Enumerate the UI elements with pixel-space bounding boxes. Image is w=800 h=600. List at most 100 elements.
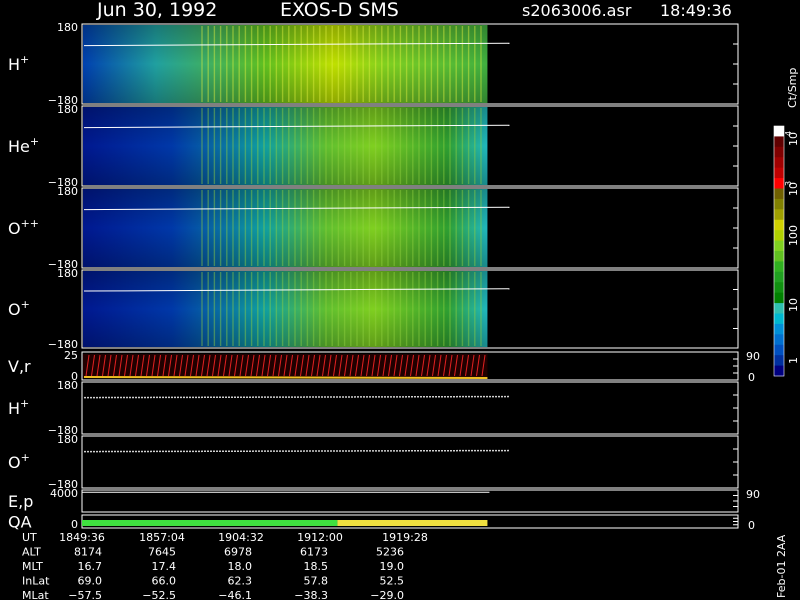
ephemeris-value: 17.4 — [152, 560, 177, 573]
colorbar-swatch — [774, 198, 784, 210]
ephemeris-value: 66.0 — [152, 575, 177, 588]
panel-label-superscript: + — [21, 451, 30, 464]
y-max-label: 180 — [57, 185, 78, 198]
colorbar-tick-label: 3 — [784, 181, 793, 186]
ephemeris-value: 19.0 — [380, 560, 405, 573]
panel-frame — [81, 489, 739, 513]
spectrogram-shade — [83, 25, 488, 103]
y-max-label: 180 — [57, 21, 78, 34]
colorbar-swatch — [774, 323, 784, 335]
panel-h_plus_2: H+180−180 — [8, 379, 739, 437]
ephemeris-value: 1904:32 — [218, 531, 264, 544]
colorbar-swatch — [774, 157, 784, 169]
panel-label-superscript: ++ — [21, 217, 39, 230]
plot-date: Jun 30, 1992 — [96, 0, 217, 21]
angle-trace — [83, 395, 510, 399]
footer-note: Feb-01 2AA — [775, 534, 788, 598]
ephemeris-value: 52.5 — [380, 575, 405, 588]
panel-o_plus_2: O+180−180 — [8, 433, 739, 491]
ephemeris-value: 5236 — [376, 546, 404, 559]
y-right-min-label: 0 — [748, 371, 755, 384]
colorbar-swatch — [774, 209, 784, 221]
spectrogram-shade — [83, 271, 488, 347]
plot-time: 18:49:36 — [660, 1, 732, 20]
panel-h_plus: H+180−180 — [8, 21, 739, 107]
colorbar-swatch — [774, 240, 784, 252]
y-max-label: 25 — [64, 349, 78, 362]
panel-label: H+ — [8, 53, 29, 74]
colorbar-swatch — [774, 167, 784, 179]
panel-o_pp: O++180−180 — [8, 185, 739, 271]
colorbar-swatch — [774, 334, 784, 346]
ephemeris-table: UT 1849:36 1857:04 1904:32 1912:00 1919:28 ALT… — [22, 531, 428, 600]
colorbar: Ct/Smp110100103104 — [773, 68, 800, 377]
panel-label-superscript: + — [30, 135, 39, 148]
panel-label: E,p — [8, 492, 33, 511]
y-max-label: 180 — [57, 379, 78, 392]
y-right-max-label: 90 — [746, 488, 760, 501]
colorbar-tick-label: 100 — [787, 225, 800, 246]
panel-frame — [81, 381, 739, 435]
qa-segment — [82, 520, 338, 526]
ephemeris-value: 16.7 — [78, 560, 103, 573]
exos-d-sms-plot: Jun 30, 1992 EXOS-D SMS s2063006.asr 18:… — [0, 0, 800, 600]
panel-label-superscript: + — [21, 298, 30, 311]
velocity-trace — [83, 376, 488, 379]
ephemeris-value: 1919:28 — [382, 531, 428, 544]
y-max-label: 180 — [57, 267, 78, 280]
colorbar-tick-label: 10 — [787, 298, 800, 312]
spectrogram-shade — [83, 107, 488, 185]
colorbar-tick-label: 4 — [784, 131, 793, 136]
spectrogram-figure: Jun 30, 1992 EXOS-D SMS s2063006.asr 18:… — [8, 0, 800, 600]
colorbar-swatch — [774, 271, 784, 283]
y-right-max-label: 90 — [746, 350, 760, 363]
colorbar-swatch — [774, 355, 784, 367]
colorbar-swatch — [774, 188, 784, 200]
panel-label: QA — [8, 513, 32, 532]
y-max-label: 4000 — [50, 487, 78, 500]
ephemeris-value: 57.8 — [304, 575, 329, 588]
colorbar-swatch — [774, 126, 784, 137]
panel-o_plus: O+180−180 — [8, 267, 739, 351]
ephemeris-value: 18.0 — [228, 560, 253, 573]
panel-label: H+ — [8, 397, 29, 418]
panels: H+180−180He+180−180O++180−180O+180−180V,… — [8, 21, 760, 532]
ephemeris-value: −57.5 — [68, 589, 102, 600]
colorbar-tick-label: 1 — [787, 357, 800, 364]
ephemeris-value: 69.0 — [78, 575, 103, 588]
panel-frame — [81, 435, 739, 489]
panel-label: He+ — [8, 135, 39, 156]
ephemeris-value: 1912:00 — [297, 531, 343, 544]
qa-segment — [337, 520, 488, 526]
colorbar-swatch — [774, 261, 784, 273]
ephemeris-value: −52.5 — [142, 589, 176, 600]
angle-trace — [83, 449, 510, 453]
colorbar-swatch — [774, 303, 784, 314]
ephemeris-value: 1857:04 — [139, 531, 185, 544]
spectrogram-shade — [83, 189, 488, 267]
data-file-name: s2063006.asr — [522, 1, 632, 20]
panel-he_plus: He+180−180 — [8, 103, 739, 189]
ephemeris-value: 6978 — [224, 546, 252, 559]
colorbar-swatch — [774, 230, 784, 242]
colorbar-swatch — [774, 178, 784, 189]
ephemeris-row-label: MLT — [22, 560, 43, 573]
ephemeris-value: 62.3 — [228, 575, 253, 588]
ephemeris-value: −46.1 — [218, 589, 252, 600]
ephemeris-row-label: InLat — [22, 575, 50, 588]
y-max-label: 180 — [57, 433, 78, 446]
panel-label-superscript: + — [20, 397, 29, 410]
panel-ep: E,p 4000 90 — [8, 487, 760, 513]
ephemeris-row-label: MLat — [22, 589, 49, 600]
panel-label: O++ — [8, 217, 39, 238]
panel-label: O+ — [8, 451, 30, 472]
ephemeris-value: 18.5 — [304, 560, 329, 573]
ephemeris-value: 8174 — [74, 546, 102, 559]
qa-bar — [82, 520, 488, 526]
ephemeris-value: 6173 — [300, 546, 328, 559]
y-max-label: 180 — [57, 103, 78, 116]
colorbar-units: Ct/Smp — [786, 68, 799, 108]
colorbar-swatch — [774, 136, 784, 148]
ephemeris-value: 7645 — [148, 546, 176, 559]
panel-label: V,r — [8, 357, 31, 376]
